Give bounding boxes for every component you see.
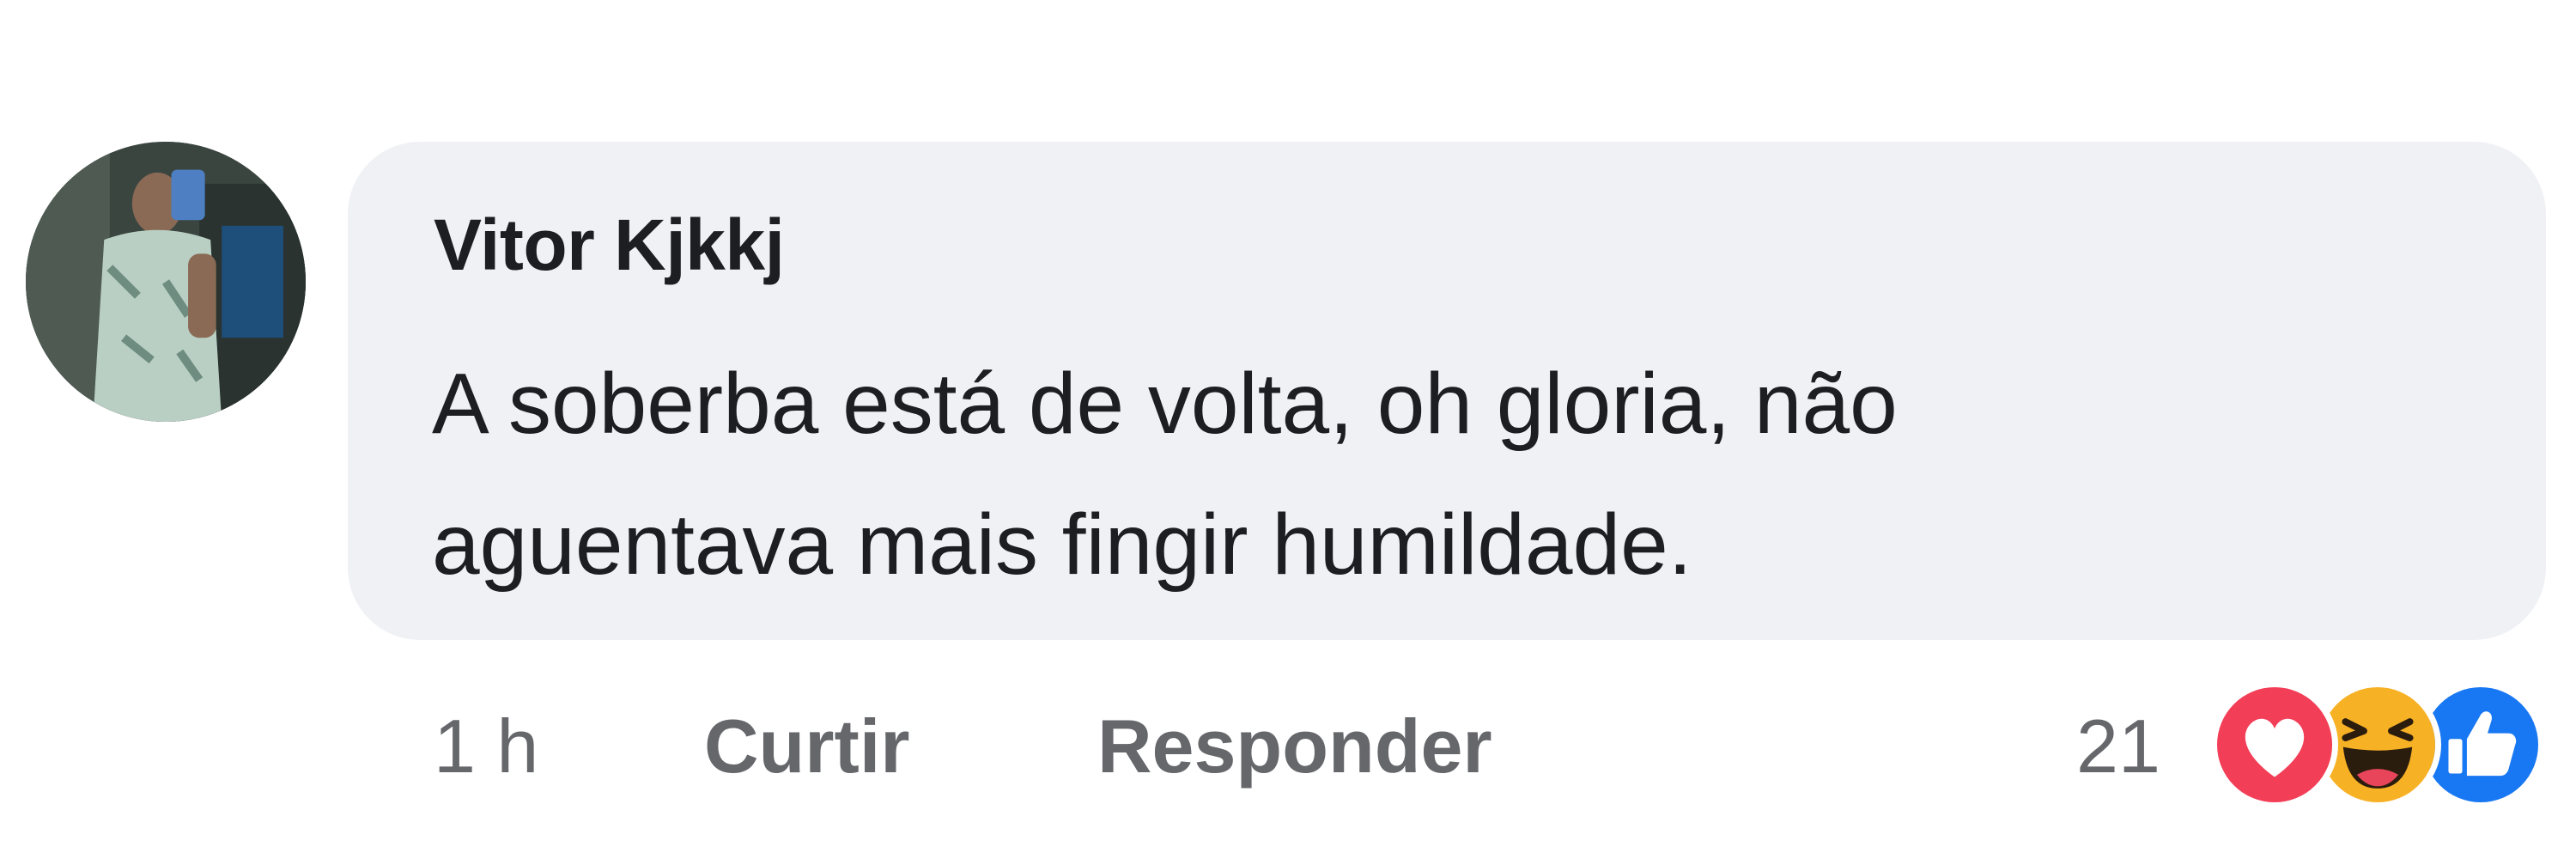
love-icon <box>2211 681 2338 808</box>
avatar-photo <box>26 142 306 422</box>
comment-text: A soberba está de volta, oh gloria, não … <box>432 333 2493 615</box>
avatar[interactable] <box>26 142 306 422</box>
comment-text-line: aguentava mais fingir humildade. <box>432 497 1692 593</box>
comment-timestamp[interactable]: 1 h <box>434 703 538 790</box>
reaction-summary[interactable] <box>2211 681 2555 810</box>
like-button[interactable]: Curtir <box>704 703 910 790</box>
reply-button[interactable]: Responder <box>1097 703 1492 790</box>
comment-author[interactable]: Vitor Kjkkj <box>434 204 785 287</box>
reaction-count[interactable]: 21 <box>2076 703 2160 790</box>
comment-actions: 1 h Curtir Responder 21 <box>0 681 2576 808</box>
comment-bubble: Vitor Kjkkj A soberba está de volta, oh … <box>348 142 2546 640</box>
comment-text-line: A soberba está de volta, oh gloria, não <box>432 356 1898 452</box>
